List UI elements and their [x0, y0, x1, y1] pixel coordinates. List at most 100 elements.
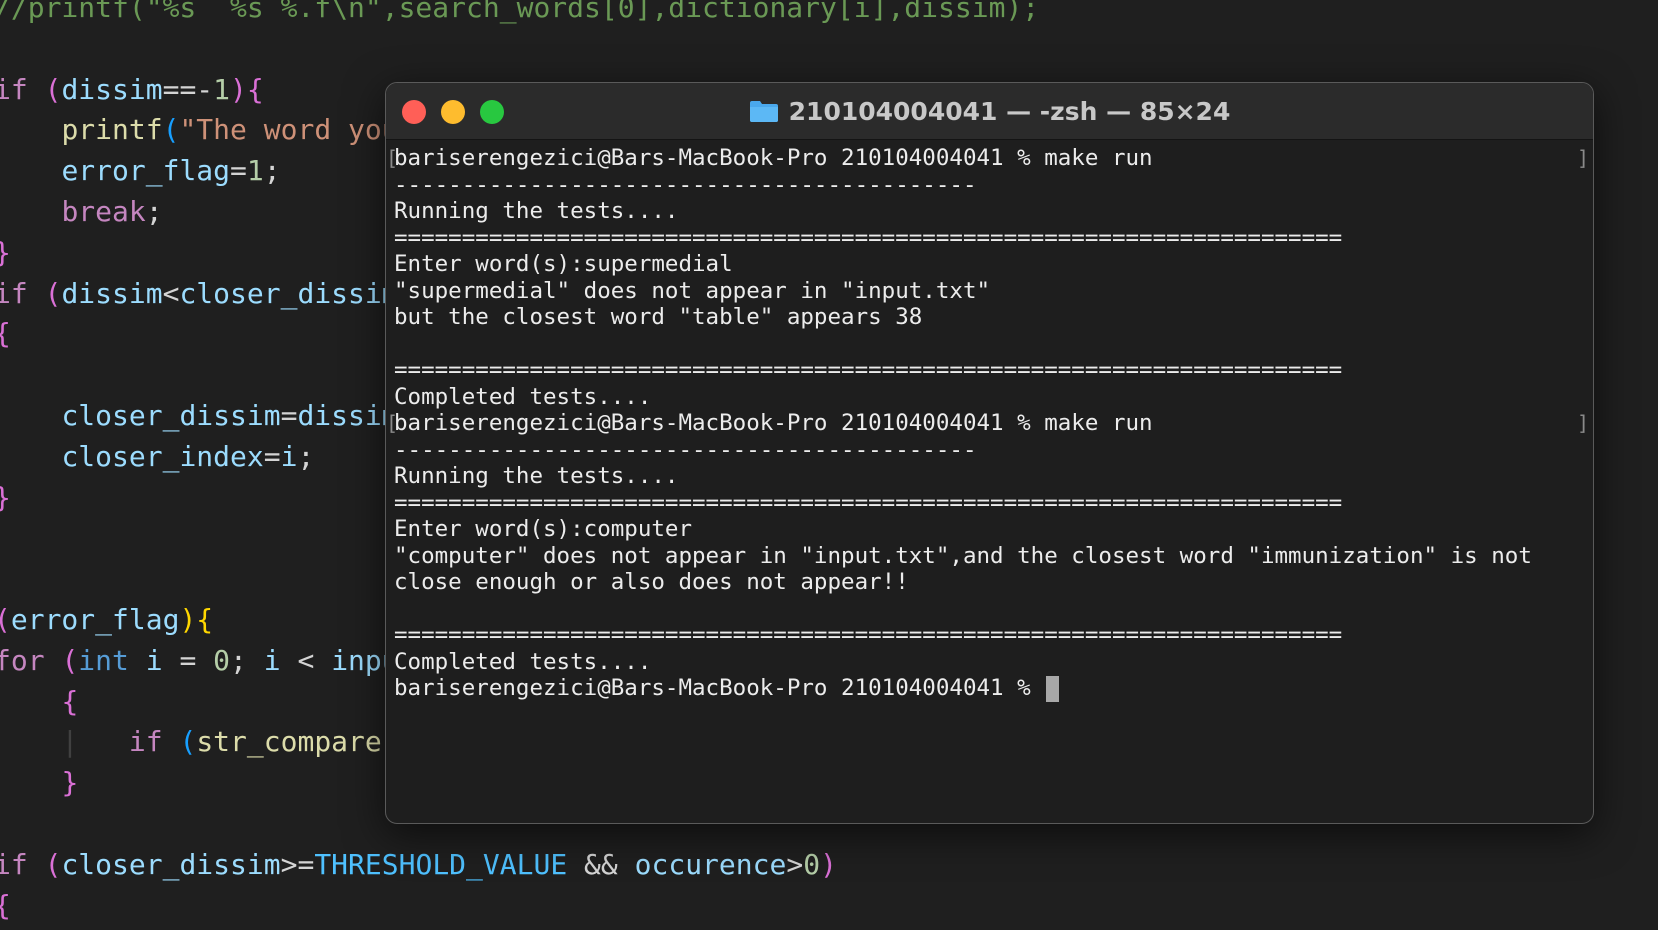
terminal-line-text: ----------------------------------------… — [394, 436, 977, 463]
code-line: closer_index=i; — [0, 437, 314, 477]
terminal-line-text: ========================================… — [394, 224, 1343, 251]
code-token: < — [162, 276, 180, 310]
terminal-line-text: ========================================… — [394, 489, 1343, 516]
code-token: str_compare — [196, 725, 382, 759]
terminal-line: "computer" does not appear in "input.txt… — [394, 542, 1532, 570]
code-token: { — [61, 684, 79, 718]
code-token: = — [179, 643, 214, 677]
code-line: if (closer_dissim>=THRESHOLD_VALUE && oc… — [0, 845, 837, 885]
code-token: if — [0, 847, 28, 881]
line-marker-left: [ — [386, 411, 399, 435]
terminal-cursor — [1046, 675, 1060, 702]
terminal-line: bariserengezici@Bars-MacBook-Pro 2101040… — [394, 674, 1060, 702]
code-token: i — [128, 643, 180, 677]
code-token: occurence — [634, 847, 787, 881]
terminal-line-text: close enough or also does not appear!! — [394, 569, 909, 595]
window-title: 210104004041 — -zsh — 85×24 — [788, 96, 1231, 126]
code-line: { — [0, 314, 11, 354]
code-token: 1 — [213, 72, 231, 106]
code-token: 1 — [246, 154, 264, 188]
code-line: break; — [0, 192, 162, 232]
code-token: } — [0, 236, 11, 269]
terminal-line: bariserengezici@Bars-MacBook-Pro 2101040… — [394, 409, 1153, 437]
terminal-line: but the closest word "table" appears 38 — [394, 303, 922, 331]
terminal-line: Enter word(s):supermedial — [394, 250, 733, 278]
code-line: //printf("%s %s %.f\n",search_words[0],d… — [0, 0, 1039, 28]
terminal-line: Running the tests.... — [394, 462, 678, 490]
code-token: "The word you — [179, 113, 399, 147]
terminal-line-text: ----------------------------------------… — [394, 171, 977, 198]
code-token: for — [0, 643, 62, 677]
terminal-line-text: ========================================… — [394, 357, 1343, 383]
terminal-line-text: bariserengezici@Bars-MacBook-Pro 2101040… — [394, 145, 1153, 171]
code-token: dissim — [61, 276, 163, 310]
title-wrap: 210104004041 — -zsh — 85×24 — [386, 83, 1593, 139]
code-line: for (int i = 0; i < input — [0, 641, 415, 681]
code-line: { — [0, 886, 11, 926]
code-line: } — [0, 233, 11, 273]
terminal-line: Completed tests.... — [394, 648, 651, 676]
terminal-line: Running the tests.... — [394, 197, 678, 225]
terminal-line-text: Running the tests.... — [394, 198, 679, 224]
terminal-line: Enter word(s):computer — [394, 515, 692, 543]
code-line: | if (str_compare — [0, 722, 382, 762]
code-token: dissim — [61, 72, 163, 106]
line-marker-left: [ — [386, 146, 399, 170]
code-token: ( — [179, 725, 197, 759]
code-token: < — [297, 643, 332, 677]
code-token: ) — [820, 847, 837, 881]
code-token: > — [786, 847, 804, 881]
terminal-line-text: bariserengezici@Bars-MacBook-Pro 2101040… — [394, 410, 1153, 436]
code-token: 0 — [213, 643, 231, 677]
code-token: ( — [44, 72, 62, 106]
code-line: (error_flag){ — [0, 600, 213, 640]
terminal-window[interactable]: 210104004041 — -zsh — 85×24 bariserengez… — [385, 82, 1594, 824]
terminal-line: Completed tests.... — [394, 383, 651, 411]
code-token: 0 — [803, 847, 821, 881]
code-line: error_flag=1; — [0, 151, 280, 191]
code-token: >= — [280, 847, 315, 881]
code-token: closer_dissim — [61, 847, 281, 881]
code-line: if (dissim<closer_dissim — [0, 274, 399, 314]
code-token: if — [0, 72, 28, 106]
terminal-line: ----------------------------------------… — [394, 171, 976, 199]
terminal-line-text: Completed tests.... — [394, 648, 652, 675]
code-line: } — [0, 478, 11, 518]
code-token: ==- — [162, 72, 214, 106]
line-marker-right: ] — [1576, 411, 1589, 435]
terminal-output[interactable]: bariserengezici@Bars-MacBook-Pro 2101040… — [386, 140, 1593, 823]
line-marker-right: ] — [1576, 146, 1589, 170]
code-token: { — [0, 889, 11, 922]
terminal-titlebar[interactable]: 210104004041 — -zsh — 85×24 — [386, 83, 1593, 140]
code-token: ) — [179, 603, 197, 636]
terminal-line: ========================================… — [394, 224, 1342, 252]
terminal-line-text: Running the tests.... — [394, 463, 679, 489]
code-token: closer_dissim — [179, 276, 399, 310]
terminal-line-text: Enter word(s):supermedial — [394, 251, 733, 277]
terminal-line-text: but the closest word "table" appears 38 — [394, 304, 923, 330]
code-token: i — [263, 643, 298, 677]
terminal-line: "supermedial" does not appear in "input.… — [394, 277, 990, 305]
code-token: break — [61, 195, 146, 228]
terminal-line: ----------------------------------------… — [394, 436, 976, 464]
code-line: printf("The word you — [0, 110, 399, 150]
code-token: THRESHOLD_VALUE — [314, 847, 568, 881]
terminal-line-text: bariserengezici@Bars-MacBook-Pro 2101040… — [394, 675, 1045, 701]
terminal-line-text: Completed tests.... — [394, 383, 652, 410]
code-token: if — [78, 725, 180, 759]
code-token: printf — [61, 113, 163, 147]
code-token: ) — [230, 72, 247, 106]
code-token: closer_index — [61, 439, 264, 473]
code-line: } — [0, 763, 78, 803]
code-token: = — [263, 439, 281, 473]
code-token: = — [280, 399, 298, 432]
code-token: { — [196, 603, 214, 636]
code-token: error_flag — [10, 603, 180, 636]
code-token: | — [61, 725, 79, 759]
code-token: ( — [44, 847, 62, 881]
code-token: i — [280, 439, 298, 473]
terminal-line-text: "computer" does not appear in "input.txt… — [394, 542, 1532, 569]
code-token: ; — [230, 643, 264, 677]
code-token: = — [230, 154, 247, 188]
code-token: } — [0, 481, 11, 514]
